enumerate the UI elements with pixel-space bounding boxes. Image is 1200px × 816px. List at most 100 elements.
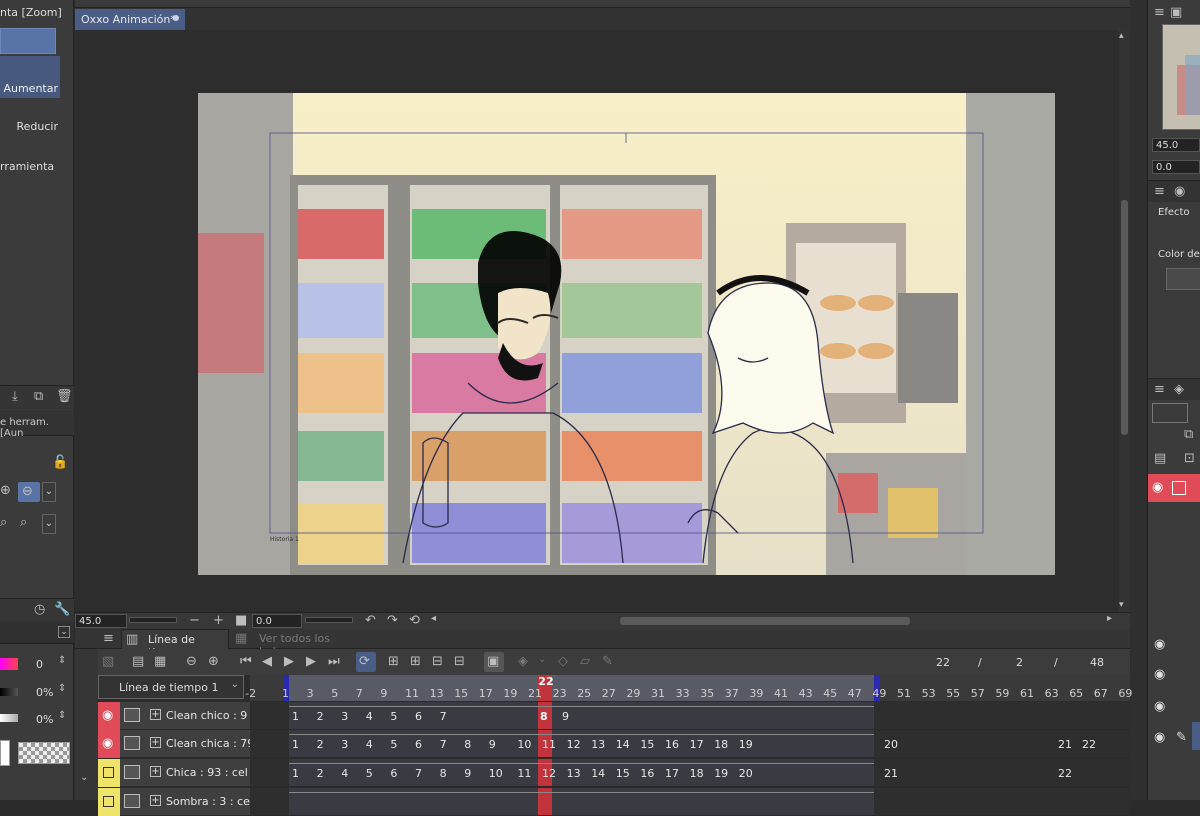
- assign-cel-icon[interactable]: ⊞: [410, 655, 421, 668]
- cel-number[interactable]: 6: [390, 767, 397, 780]
- expand-layer-icon[interactable]: +: [150, 709, 161, 720]
- spin-icon[interactable]: ⇕: [58, 711, 66, 721]
- play-icon[interactable]: ▶: [284, 655, 294, 668]
- zoom-dropdown[interactable]: ⌄: [42, 482, 56, 502]
- frame-ruler[interactable]: -2 1 3 5 7 9 11 13 15 17 19 21 22 23 25 27 29 31 33 35 37 39 4…: [245, 675, 1132, 701]
- navigator-zoom-field[interactable]: 45.0: [1152, 138, 1200, 152]
- cel-number[interactable]: 2: [317, 767, 324, 780]
- cel-number[interactable]: 15: [616, 767, 630, 780]
- layer-color-button[interactable]: [1166, 268, 1200, 290]
- zoom-out-option[interactable]: Reducir: [0, 112, 60, 142]
- cel-number[interactable]: 19: [739, 738, 753, 751]
- cel-number[interactable]: 3: [341, 710, 348, 723]
- cel-number[interactable]: 8: [540, 710, 548, 723]
- cel-number[interactable]: 9: [489, 738, 496, 751]
- layer-row-selected[interactable]: ◉: [1148, 474, 1200, 502]
- fit-icon[interactable]: ■: [235, 614, 247, 627]
- cel-number[interactable]: 1: [292, 738, 299, 751]
- expand-layer-icon[interactable]: +: [150, 795, 161, 806]
- timeline-layer-icon[interactable]: ▤: [1154, 452, 1166, 465]
- cel-number[interactable]: 1: [292, 710, 299, 723]
- navigator-thumbnail[interactable]: [1162, 24, 1200, 130]
- cel-number[interactable]: 21: [884, 767, 898, 780]
- canvas-area[interactable]: Historia 1: [75, 30, 1119, 612]
- expand-icon[interactable]: ⌄: [80, 773, 88, 783]
- cel-number[interactable]: 10: [517, 738, 531, 751]
- zoom-field[interactable]: 45.0: [75, 614, 127, 628]
- layer-checkbox[interactable]: [1172, 481, 1186, 495]
- scroll-up-icon[interactable]: ▴: [1119, 32, 1124, 41]
- eye-icon[interactable]: ◉: [1154, 700, 1165, 713]
- layer-frame-track[interactable]: [250, 788, 1130, 816]
- document-tab[interactable]: Oxxo Animación*: [75, 9, 185, 30]
- cel-number[interactable]: 9: [562, 710, 569, 723]
- color-slider-white[interactable]: [0, 714, 18, 722]
- cel-number[interactable]: 3: [341, 738, 348, 751]
- cel-number[interactable]: 13: [567, 767, 581, 780]
- cel-number[interactable]: 14: [616, 738, 630, 751]
- cel-number[interactable]: 17: [690, 738, 704, 751]
- eye-icon[interactable]: ◉: [1154, 638, 1165, 651]
- timeline-config-icon[interactable]: ▦: [154, 655, 166, 668]
- wrench-icon[interactable]: 🔧: [54, 603, 70, 616]
- last-frame-icon[interactable]: ⏭: [328, 655, 340, 668]
- layer-visibility-icon[interactable]: ◉: [98, 730, 120, 758]
- cel-number[interactable]: 7: [415, 767, 422, 780]
- zoom-minus-button[interactable]: ⊖: [18, 482, 40, 502]
- transparent-swatch[interactable]: [18, 742, 70, 764]
- timeline-layer-row[interactable]: ◉ + Clean chica : 79 : cel: [98, 730, 281, 758]
- cel-number[interactable]: 2: [317, 710, 324, 723]
- cel-number[interactable]: 5: [390, 710, 397, 723]
- spin-icon[interactable]: ⇕: [58, 684, 66, 694]
- layer-visibility-icon[interactable]: [98, 759, 120, 787]
- timeline-tab[interactable]: ▥ Línea de tiempo: [121, 629, 229, 659]
- menu-icon[interactable]: ≡: [103, 632, 114, 645]
- keyframe-interp-icon[interactable]: ◇: [558, 655, 568, 668]
- vertical-scroll-thumb[interactable]: [1121, 200, 1128, 435]
- blend-mode-select[interactable]: [1152, 403, 1188, 423]
- zoom-in-option[interactable]: Aumentar: [0, 56, 60, 98]
- onion-skin-button[interactable]: ▣: [484, 652, 504, 672]
- cel-number[interactable]: 18: [714, 738, 728, 751]
- zoom-area-icon[interactable]: ⌕: [0, 516, 7, 529]
- cel-number[interactable]: 16: [665, 738, 679, 751]
- cel-number[interactable]: 10: [489, 767, 503, 780]
- zoom-slider[interactable]: [129, 617, 177, 623]
- rotation-slider[interactable]: [305, 617, 353, 623]
- cel-number[interactable]: 12: [542, 767, 556, 780]
- cel-number[interactable]: 13: [591, 738, 605, 751]
- navigator-rotation-field[interactable]: 0.0: [1152, 160, 1200, 174]
- zoom-preview-button[interactable]: [0, 28, 56, 54]
- cel-number[interactable]: 20: [739, 767, 753, 780]
- cel-number[interactable]: 12: [567, 738, 581, 751]
- cel-number[interactable]: 20: [884, 738, 898, 751]
- brush-icon[interactable]: ✎: [602, 655, 613, 668]
- layer-frame-track[interactable]: 1 2 3 4 5 6 7 8 9 10 11 12 13 14 15 16 17 18 19 20 21 22: [250, 730, 1130, 758]
- zoom-click-icon[interactable]: ⌕: [20, 516, 27, 529]
- cel-number[interactable]: 4: [341, 767, 348, 780]
- cel-number[interactable]: 11: [542, 738, 556, 751]
- eye-icon[interactable]: ◉: [1152, 481, 1163, 494]
- scroll-down-icon[interactable]: ▾: [1119, 601, 1124, 610]
- cel-number[interactable]: 22: [1082, 738, 1096, 751]
- reset-icon[interactable]: ◷: [34, 603, 45, 616]
- cel-number[interactable]: 16: [640, 767, 654, 780]
- lock-icon[interactable]: 🔓: [52, 456, 68, 469]
- delete-cel-icon[interactable]: ⊟: [454, 655, 465, 668]
- zoom-out-icon[interactable]: −: [189, 614, 200, 627]
- cel-number[interactable]: 6: [415, 738, 422, 751]
- first-frame-icon[interactable]: ⏮: [240, 655, 252, 668]
- rotate-right-icon[interactable]: ↷: [387, 614, 398, 627]
- zoom-plus-icon[interactable]: ⊕: [0, 484, 11, 497]
- timeline-layer-row[interactable]: + Sombra : 3 : cel: [98, 788, 253, 816]
- cel-number[interactable]: 5: [390, 738, 397, 751]
- cel-number[interactable]: 15: [640, 738, 654, 751]
- expand-layer-icon[interactable]: +: [150, 766, 161, 777]
- camera-icon[interactable]: ▱: [580, 655, 590, 668]
- zoom-in-icon[interactable]: +: [213, 614, 224, 627]
- expand-layer-icon[interactable]: +: [150, 737, 161, 748]
- main-color-swatch[interactable]: [0, 740, 10, 766]
- cel-number[interactable]: 18: [690, 767, 704, 780]
- layer-frame-track[interactable]: 1 2 3 4 5 6 7 8 9: [250, 702, 1130, 730]
- cel-number[interactable]: 11: [517, 767, 531, 780]
